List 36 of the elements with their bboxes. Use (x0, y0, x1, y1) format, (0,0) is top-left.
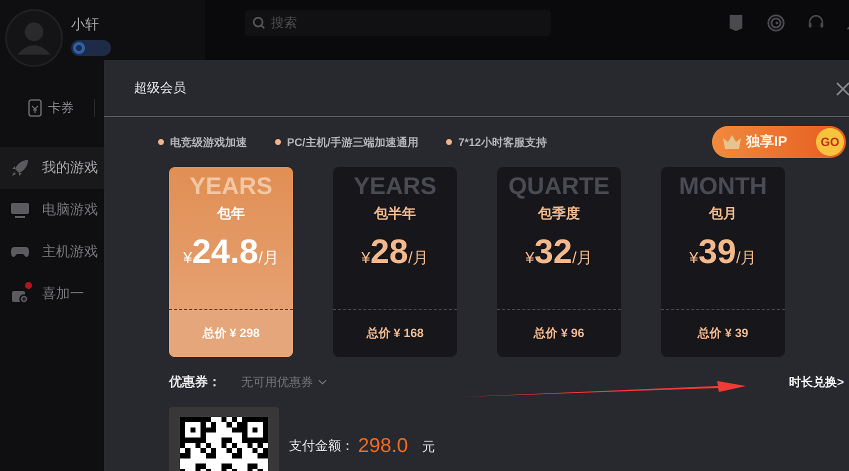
exclusive-ip-button[interactable]: 独享IP GO (712, 126, 846, 158)
search-field[interactable]: 搜索 (245, 10, 551, 36)
plan-total: 总价 ¥ 96 (534, 325, 584, 342)
monitor-icon (10, 200, 30, 220)
plan-total: 总价 ¥ 168 (366, 325, 424, 342)
payment-amount: 298.0 (358, 434, 408, 458)
close-icon[interactable] (836, 82, 849, 96)
avatar-icon (5, 9, 63, 67)
ticket-icon (28, 99, 42, 117)
swirl-icon[interactable] (767, 14, 785, 32)
search-icon (252, 16, 266, 30)
shield-icon[interactable] (727, 14, 745, 32)
crown-icon (722, 134, 742, 150)
plan-name: 包年 (217, 205, 245, 223)
chevron-icon (318, 379, 327, 385)
plan-total: 总价 ¥ 298 (202, 325, 260, 342)
plan-total: 总价 ¥ 39 (698, 325, 748, 342)
feature-item: 7*12小时客服支持 (446, 134, 548, 150)
currency-unit: 元 (422, 438, 436, 456)
plan-price: ¥39/月 (689, 233, 757, 272)
plan-name: 包月 (709, 205, 737, 223)
rocket-icon (10, 158, 30, 178)
plan-name: 包季度 (538, 205, 580, 223)
vip-badge-icon (71, 40, 111, 56)
plan-price: ¥32/月 (525, 233, 593, 272)
coupon-dropdown[interactable]: 无可用优惠券 (241, 374, 327, 390)
feature-item: PC/主机/手游三端加速通用 (275, 134, 418, 150)
payment-label: 支付金额： (289, 437, 354, 455)
dialog-title: 超级会员 (134, 79, 186, 97)
plan-name: 包半年 (374, 205, 416, 223)
coupon-link[interactable]: 卡券 (28, 99, 74, 117)
user-name: 小轩 (71, 16, 100, 34)
plan-price: ¥28/月 (361, 233, 429, 272)
coupon-label: 优惠券： (169, 373, 221, 391)
duration-exchange-link[interactable]: 时长兑换> (788, 374, 844, 390)
plan-price: ¥24.8/月 (183, 233, 279, 272)
